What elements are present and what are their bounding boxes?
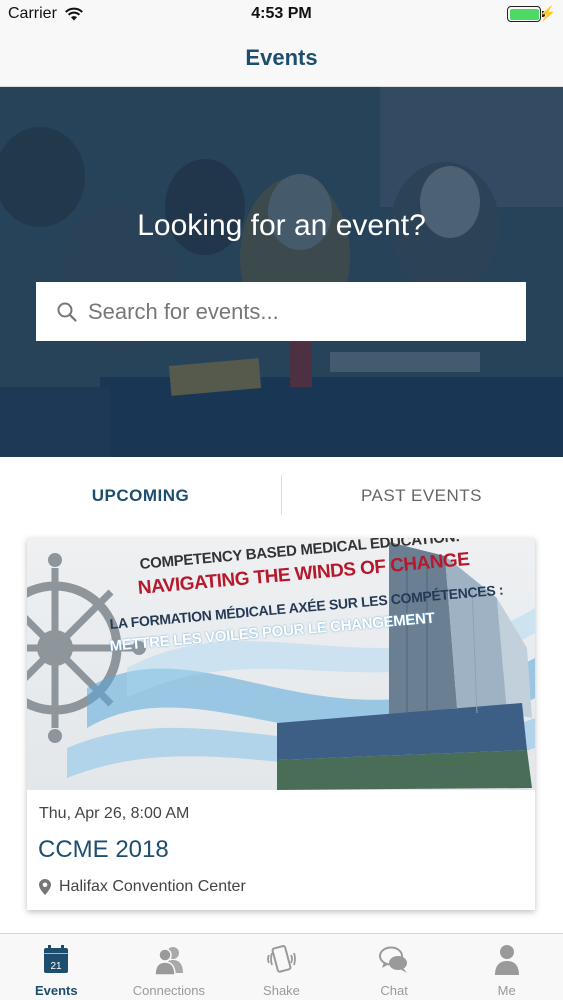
search-input[interactable] [88, 298, 508, 325]
tab-upcoming[interactable]: UPCOMING [0, 457, 281, 535]
status-bar: Carrier 4:53 PM ⚡ [0, 0, 563, 30]
tab-bar-label-connections: Connections [132, 983, 206, 998]
event-location-label: Halifax Convention Center [59, 878, 246, 895]
event-tabs: UPCOMING PAST EVENTS [0, 457, 563, 535]
battery-icon [507, 6, 545, 22]
tab-bar-label-shake: Shake [263, 983, 300, 998]
hero-banner: Looking for an event? [0, 87, 563, 457]
tab-bar-item-shake[interactable]: Shake [225, 934, 338, 1000]
tab-divider [281, 475, 282, 515]
clock: 4:53 PM [251, 5, 312, 22]
event-name: CCME 2018 [38, 836, 169, 863]
search-icon [57, 302, 77, 322]
people-icon [154, 947, 183, 976]
tab-bar-label-chat: Chat [380, 983, 408, 998]
tab-past-events[interactable]: PAST EVENTS [281, 457, 562, 535]
tab-bar-item-events[interactable]: 21 Events [0, 934, 113, 1000]
page-title: Events [245, 45, 318, 70]
tab-bar-item-chat[interactable]: Chat [338, 934, 451, 1000]
svg-text:21: 21 [51, 961, 63, 972]
shake-phone-icon [267, 945, 297, 973]
event-banner-image: COMPETENCY BASED MEDICAL EDUCATION: NAVI… [27, 538, 535, 790]
charging-bolt-icon: ⚡ [538, 5, 556, 21]
navigation-bar: Events [0, 30, 563, 87]
chat-bubbles-icon [379, 946, 408, 973]
bottom-tab-bar: 21 Events Connections Shake Chat Me [0, 933, 563, 1000]
tab-bar-item-connections[interactable]: Connections [113, 934, 226, 1000]
event-date: Thu, Apr 26, 8:00 AM [39, 805, 190, 822]
tab-bar-item-me[interactable]: Me [450, 934, 563, 1000]
tab-bar-label-me: Me [497, 983, 516, 998]
hero-title: Looking for an event? [137, 209, 426, 242]
search-bar[interactable] [36, 282, 526, 341]
calendar-icon: 21 [44, 945, 69, 973]
person-icon [494, 945, 519, 975]
event-location: Halifax Convention Center [39, 878, 246, 896]
event-card[interactable]: COMPETENCY BASED MEDICAL EDUCATION: NAVI… [27, 538, 535, 910]
tab-bar-label-events: Events [34, 983, 78, 998]
location-pin-icon [39, 879, 51, 895]
